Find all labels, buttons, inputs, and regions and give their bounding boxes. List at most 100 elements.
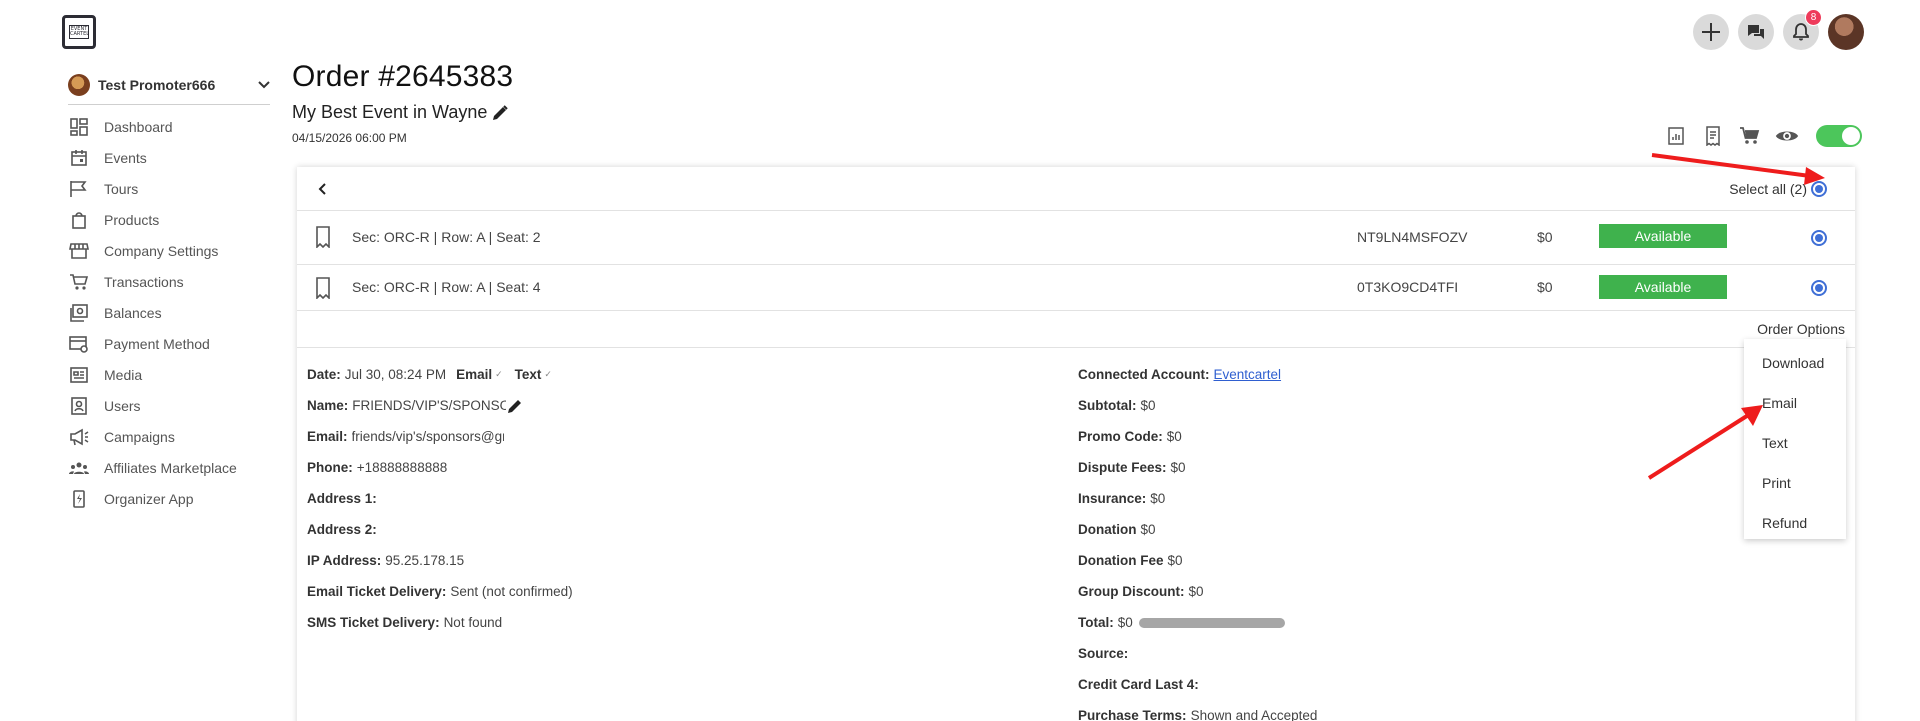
connected-account-link[interactable]: Eventcartel [1214,367,1282,382]
eye-icon[interactable] [1775,124,1799,148]
sidebar-item-media[interactable]: Media [68,359,237,390]
org-avatar [68,74,90,96]
detail-ip: IP Address: 95.25.178.15 [307,545,573,576]
sidebar-item-label: Payment Method [104,335,210,352]
detail-email-delivery: Email Ticket Delivery: Sent (not confirm… [307,576,573,607]
visibility-toggle[interactable] [1816,125,1862,147]
ticket-icon [316,277,330,299]
user-badge-icon [68,396,90,415]
menu-item-download[interactable]: Download [1744,347,1846,387]
notifications-button[interactable]: 8 [1783,9,1822,50]
sidebar-item-organizer-app[interactable]: Organizer App [68,483,237,514]
flag-icon [68,180,90,198]
ticket-select-radio[interactable] [1811,230,1827,246]
resend-email-link[interactable]: Email [456,367,492,382]
order-options-button[interactable]: Order Options [1757,321,1845,337]
receipt-icon[interactable] [1701,124,1725,148]
menu-item-email[interactable]: Email [1744,387,1846,427]
detail-subtotal: Subtotal: $0 [1078,390,1317,421]
detail-value: friends/vip's/sponsors@gmail.com [351,429,504,444]
ticket-seat: Sec: ORC-R | Row: A | Seat: 4 [352,279,541,295]
detail-label: Name: [307,398,349,413]
detail-value: +18888888888 [356,460,448,475]
detail-label: Phone: [307,460,353,475]
detail-value: Sent (not confirmed) [450,584,573,599]
detail-value: $0 [1170,460,1186,475]
sidebar-item-label: Affiliates Marketplace [104,459,237,476]
menu-item-text[interactable]: Text [1744,427,1846,467]
sidebar-item-label: Events [104,149,147,166]
sidebar-nav: Dashboard Events Tours Products Company … [68,111,237,514]
ticket-status-badge: Available [1599,275,1727,299]
sidebar-item-label: Transactions [104,273,184,290]
detail-value: Shown and Accepted [1190,708,1318,721]
detail-label: IP Address: [307,553,382,568]
sidebar-item-label: Products [104,211,160,228]
sidebar-item-label: Company Settings [104,242,219,259]
media-icon [68,366,90,384]
menu-item-refund[interactable]: Refund [1744,507,1846,547]
detail-label: Address 1: [307,491,377,506]
messages-button[interactable] [1738,14,1774,50]
report-icon[interactable] [1664,124,1688,148]
sidebar-item-events[interactable]: Events [68,142,237,173]
order-details-right: Connected Account: Eventcartel Subtotal:… [1078,359,1317,721]
sidebar-item-campaigns[interactable]: Campaigns [68,421,237,452]
detail-address2: Address 2: [307,514,573,545]
chevron-down-icon [258,81,270,89]
detail-label: Group Discount: [1078,584,1185,599]
sidebar-item-payment-method[interactable]: Payment Method [68,328,237,359]
sidebar-item-transactions[interactable]: Transactions [68,266,237,297]
user-avatar[interactable] [1828,14,1864,50]
detail-value: $0 [1117,615,1133,630]
ticket-code: NT9LN4MSFOZV [1357,229,1468,245]
detail-email: Email: friends/vip's/sponsors@gmail.com [307,421,573,452]
money-icon [68,303,90,322]
order-title: Order #2645383 [292,60,514,93]
store-icon [68,242,90,260]
ticket-row[interactable]: Sec: ORC-R | Row: A | Seat: 4 0T3KO9CD4T… [297,265,1855,311]
detail-sms-delivery: SMS Ticket Delivery: Not found [307,607,573,638]
detail-label: Email: [307,429,348,444]
card-settings-icon [68,335,90,353]
event-name: My Best Event in Wayne [292,102,488,122]
detail-value: $0 [1166,429,1182,444]
detail-dispute-fees: Dispute Fees: $0 [1078,452,1317,483]
order-options-menu: Download Email Text Print Refund [1744,339,1846,539]
resend-text-link[interactable]: Text [515,367,542,382]
calendar-icon [68,149,90,167]
sidebar-item-tours[interactable]: Tours [68,173,237,204]
dashboard-icon [68,117,90,136]
chat-icon [1748,25,1764,39]
detail-label: Date: [307,367,341,382]
ticket-select-radio[interactable] [1811,280,1827,296]
detail-label: Subtotal: [1078,398,1137,413]
add-button[interactable] [1693,14,1729,50]
sidebar-item-company-settings[interactable]: Company Settings [68,235,237,266]
sidebar-item-affiliates-marketplace[interactable]: Affiliates Marketplace [68,452,237,483]
detail-value: 95.25.178.15 [385,553,465,568]
sidebar-item-balances[interactable]: Balances [68,297,237,328]
detail-label: Address 2: [307,522,377,537]
select-all-radio[interactable] [1811,181,1827,197]
chevron-left-icon[interactable] [315,181,331,197]
ticket-row[interactable]: Sec: ORC-R | Row: A | Seat: 2 NT9LN4MSFO… [297,211,1855,265]
sidebar-item-label: Users [104,397,141,414]
pencil-icon[interactable] [506,397,524,415]
detail-value: Not found [443,615,503,630]
sidebar-item-label: Balances [104,304,162,321]
eventcartel-logo[interactable]: EVENT CARTEL [62,15,96,49]
select-all[interactable]: Select all (2) [1729,181,1827,197]
logo-text: EVENT CARTEL [69,25,90,39]
cart-icon[interactable] [1738,124,1762,148]
sidebar-item-dashboard[interactable]: Dashboard [68,111,237,142]
notification-count-badge: 8 [1805,9,1822,26]
organization-selector[interactable]: Test Promoter666 [68,70,270,105]
pencil-icon[interactable] [491,104,509,122]
sidebar-item-products[interactable]: Products [68,204,237,235]
sidebar-item-users[interactable]: Users [68,390,237,421]
detail-promo-code: Promo Code: $0 [1078,421,1317,452]
phone-icon [68,489,90,508]
sidebar-item-label: Campaigns [104,428,175,445]
menu-item-print[interactable]: Print [1744,467,1846,507]
